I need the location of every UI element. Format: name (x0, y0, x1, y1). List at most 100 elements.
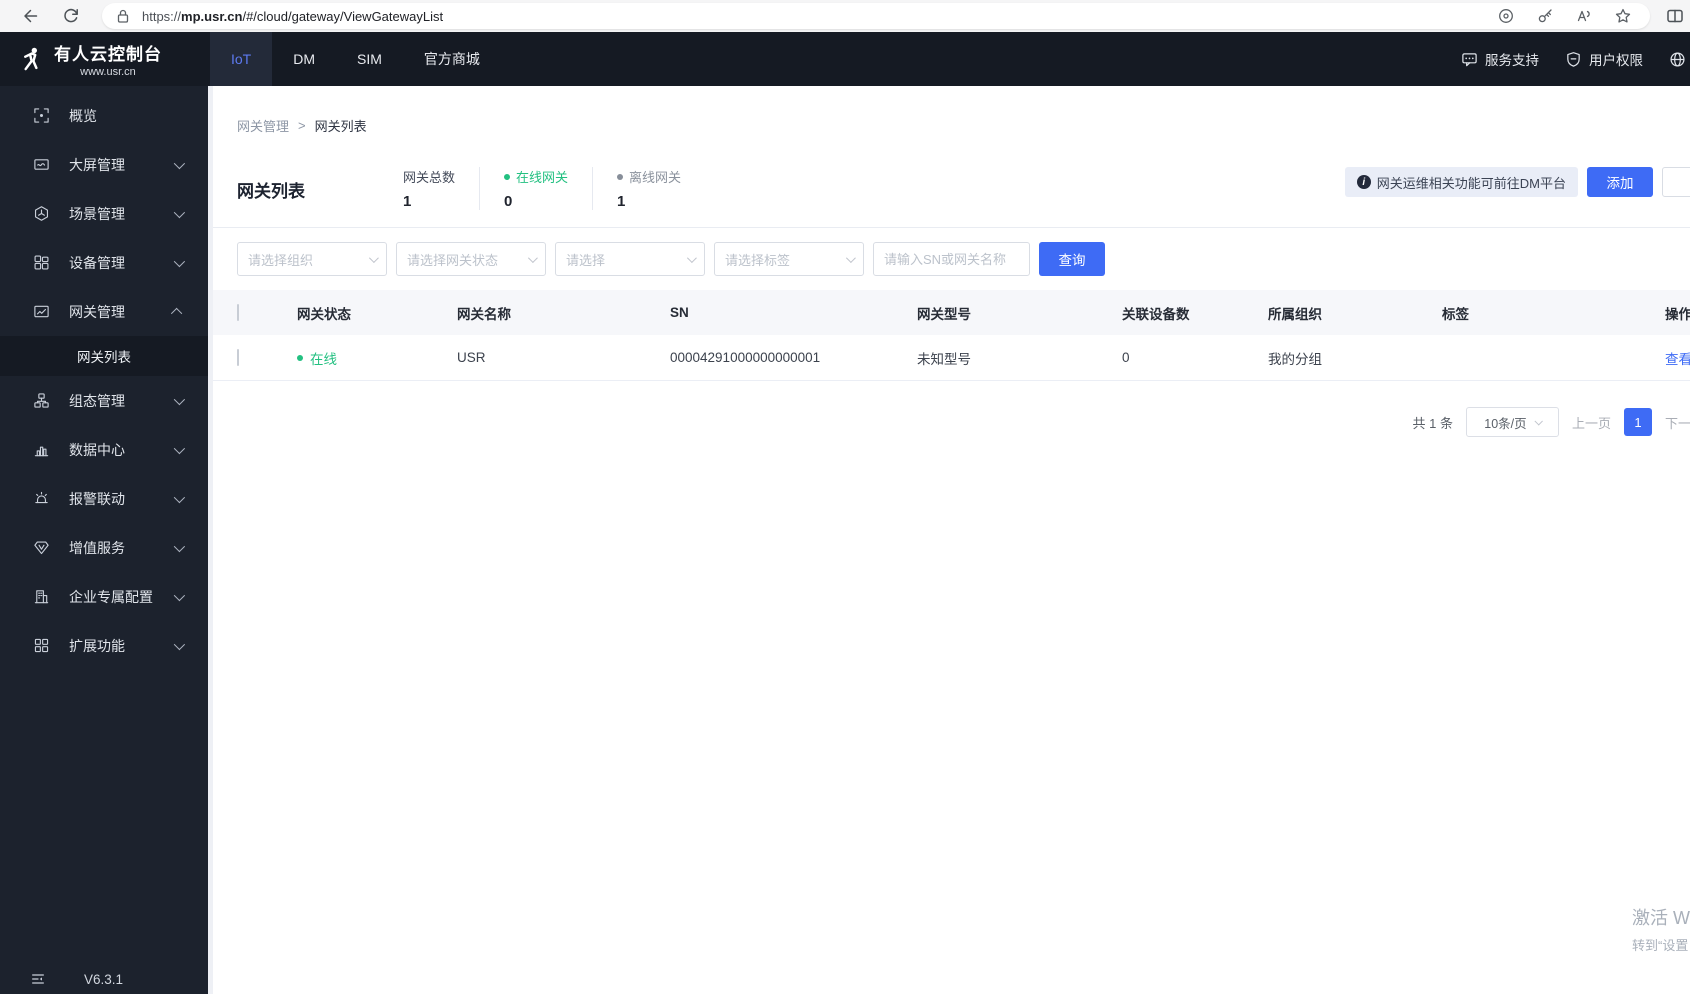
lock-icon[interactable] (114, 7, 132, 25)
row-device-count: 0 (1122, 350, 1130, 365)
user-permission-button[interactable]: 用户权限 (1565, 49, 1643, 69)
url-scheme: https:// (142, 8, 182, 24)
tag-select[interactable]: 请选择标签 (714, 242, 864, 276)
sidebar-item-device[interactable]: 设备管理 (0, 238, 208, 287)
watermark-line1: 激活 W (1632, 908, 1690, 928)
row-sn: 00004291000000000001 (670, 350, 821, 365)
add-gateway-button[interactable]: 添加 (1587, 167, 1653, 197)
stat-online-label: 在线网关 (516, 170, 569, 185)
col-action: 操作 (1665, 306, 1690, 322)
gateway-table: 网关状态 网关名称 SN 网关型号 关联设备数 所属组织 标签 操作 在线 US… (213, 290, 1690, 381)
online-dot-icon (504, 173, 511, 180)
chevron-down-icon (173, 589, 186, 601)
row-org: 我的分组 (1268, 351, 1322, 367)
table-header-row: 网关状态 网关名称 SN 网关型号 关联设备数 所属组织 标签 操作 (213, 290, 1690, 335)
col-status: 网关状态 (297, 306, 351, 322)
row-view-link[interactable]: 查看 (1665, 348, 1690, 368)
sidebar-item-datacenter[interactable]: 数据中心 (0, 425, 208, 474)
row-name: USR (457, 350, 486, 365)
chevron-down-icon (173, 638, 186, 650)
org-select[interactable]: 请选择组织 (237, 242, 387, 276)
overview-icon (34, 108, 49, 123)
sidebar-item-scene[interactable]: 场景管理 (0, 189, 208, 238)
online-dot-icon (297, 354, 303, 361)
building-icon (34, 590, 49, 604)
page-size-select[interactable]: 10条/页 (1465, 407, 1559, 437)
url-path: /#/cloud/gateway/ViewGatewayList (242, 8, 444, 24)
gateway-stats: 网关总数 1 在线网关 0 离线网关 1 (403, 167, 705, 210)
stat-total-label: 网关总数 (403, 170, 456, 185)
chevron-down-icon (173, 393, 186, 405)
model-select-placeholder: 请选择 (566, 252, 606, 268)
sn-search-input[interactable] (873, 242, 1030, 276)
bar-chart-icon (34, 446, 49, 457)
device-icon (34, 255, 49, 270)
usr-person-icon (24, 47, 38, 70)
top-navbar: 有人云控制台 www.usr.cn IoT DM SIM 官方商城 服务支持 用… (0, 32, 1690, 86)
dm-platform-notice[interactable]: i 网关运维相关功能可前往DM平台 (1344, 167, 1578, 197)
col-sn: SN (670, 305, 689, 320)
url-text: https://mp.usr.cn/#/cloud/gateway/ViewGa… (142, 9, 1497, 24)
tab-sim[interactable]: SIM (336, 32, 403, 86)
address-bar[interactable]: https://mp.usr.cn/#/cloud/gateway/ViewGa… (102, 3, 1650, 29)
model-select[interactable]: 请选择 (555, 242, 705, 276)
language-globe-button[interactable] (1669, 51, 1686, 68)
brand-logo[interactable]: 有人云控制台 www.usr.cn (0, 32, 210, 86)
topology-icon (34, 393, 49, 408)
stat-online: 在线网关 0 (479, 167, 592, 210)
globe-icon (1670, 51, 1685, 67)
nav-tabs: IoT DM SIM 官方商城 (210, 32, 501, 86)
chevron-up-icon (170, 307, 183, 319)
page-size-value: 10条/页 (1484, 416, 1527, 431)
sidebar-item-overview[interactable]: 概览 (0, 91, 208, 140)
stat-total: 网关总数 1 (403, 167, 479, 210)
browser-back-icon[interactable] (20, 7, 38, 25)
site-permissions-icon[interactable] (1497, 7, 1515, 25)
query-button[interactable]: 查询 (1039, 242, 1105, 276)
sidebar-item-gateway[interactable]: 网关管理 (0, 287, 208, 336)
chevron-down-icon (173, 491, 186, 503)
service-support-button[interactable]: 服务支持 (1461, 49, 1539, 69)
sidebar-label: 网关管理 (69, 303, 125, 320)
sidebar-item-extensions[interactable]: 扩展功能 (0, 621, 208, 670)
current-page-button[interactable]: 1 (1623, 408, 1652, 436)
tab-mall[interactable]: 官方商城 (403, 32, 501, 86)
windows-activation-watermark: 激活 W 转到“设置 (1632, 904, 1690, 954)
chevron-down-icon (368, 252, 379, 263)
favorites-star-icon[interactable] (1614, 7, 1632, 25)
next-page-button[interactable]: 下一页 (1665, 413, 1690, 432)
sidebar-label: 概览 (69, 107, 97, 124)
sidebar-item-alarm[interactable]: 报警联动 (0, 474, 208, 523)
sidebar-label: 报警联动 (69, 490, 125, 507)
read-aloud-icon[interactable] (1575, 7, 1593, 25)
partial-button[interactable] (1662, 167, 1690, 197)
stat-offline-label: 离线网关 (629, 170, 682, 185)
sidebar-subitem-gateway-list[interactable]: 网关列表 (0, 336, 208, 376)
split-screen-icon[interactable] (1666, 7, 1684, 25)
sidebar-item-enterprise[interactable]: 企业专属配置 (0, 572, 208, 621)
org-select-placeholder: 请选择组织 (248, 252, 314, 268)
chevron-down-icon (173, 206, 186, 218)
collapse-sidebar-icon[interactable] (30, 971, 46, 987)
breadcrumb-parent[interactable]: 网关管理 (237, 116, 289, 135)
col-model: 网关型号 (917, 306, 971, 322)
info-icon: i (1356, 175, 1371, 189)
page-title: 网关列表 (237, 182, 305, 201)
browser-refresh-icon[interactable] (62, 7, 80, 25)
row-checkbox[interactable] (237, 349, 239, 366)
sidebar-item-vas[interactable]: 增值服务 (0, 523, 208, 572)
pagination-total: 共 1 条 (1412, 415, 1453, 431)
sidebar-item-bigscreen[interactable]: 大屏管理 (0, 140, 208, 189)
sidebar-item-configuration[interactable]: 组态管理 (0, 376, 208, 425)
gateway-status-select[interactable]: 请选择网关状态 (396, 242, 546, 276)
grid-icon (34, 638, 49, 653)
screen-icon (34, 159, 49, 170)
user-permission-label: 用户权限 (1589, 53, 1643, 68)
select-all-checkbox[interactable] (237, 304, 239, 321)
sidebar-label: 增值服务 (69, 539, 125, 556)
prev-page-button[interactable]: 上一页 (1572, 413, 1611, 432)
chevron-down-icon (173, 255, 186, 267)
password-key-icon[interactable] (1536, 7, 1554, 25)
tab-iot[interactable]: IoT (210, 32, 273, 86)
tab-dm[interactable]: DM (272, 32, 336, 86)
